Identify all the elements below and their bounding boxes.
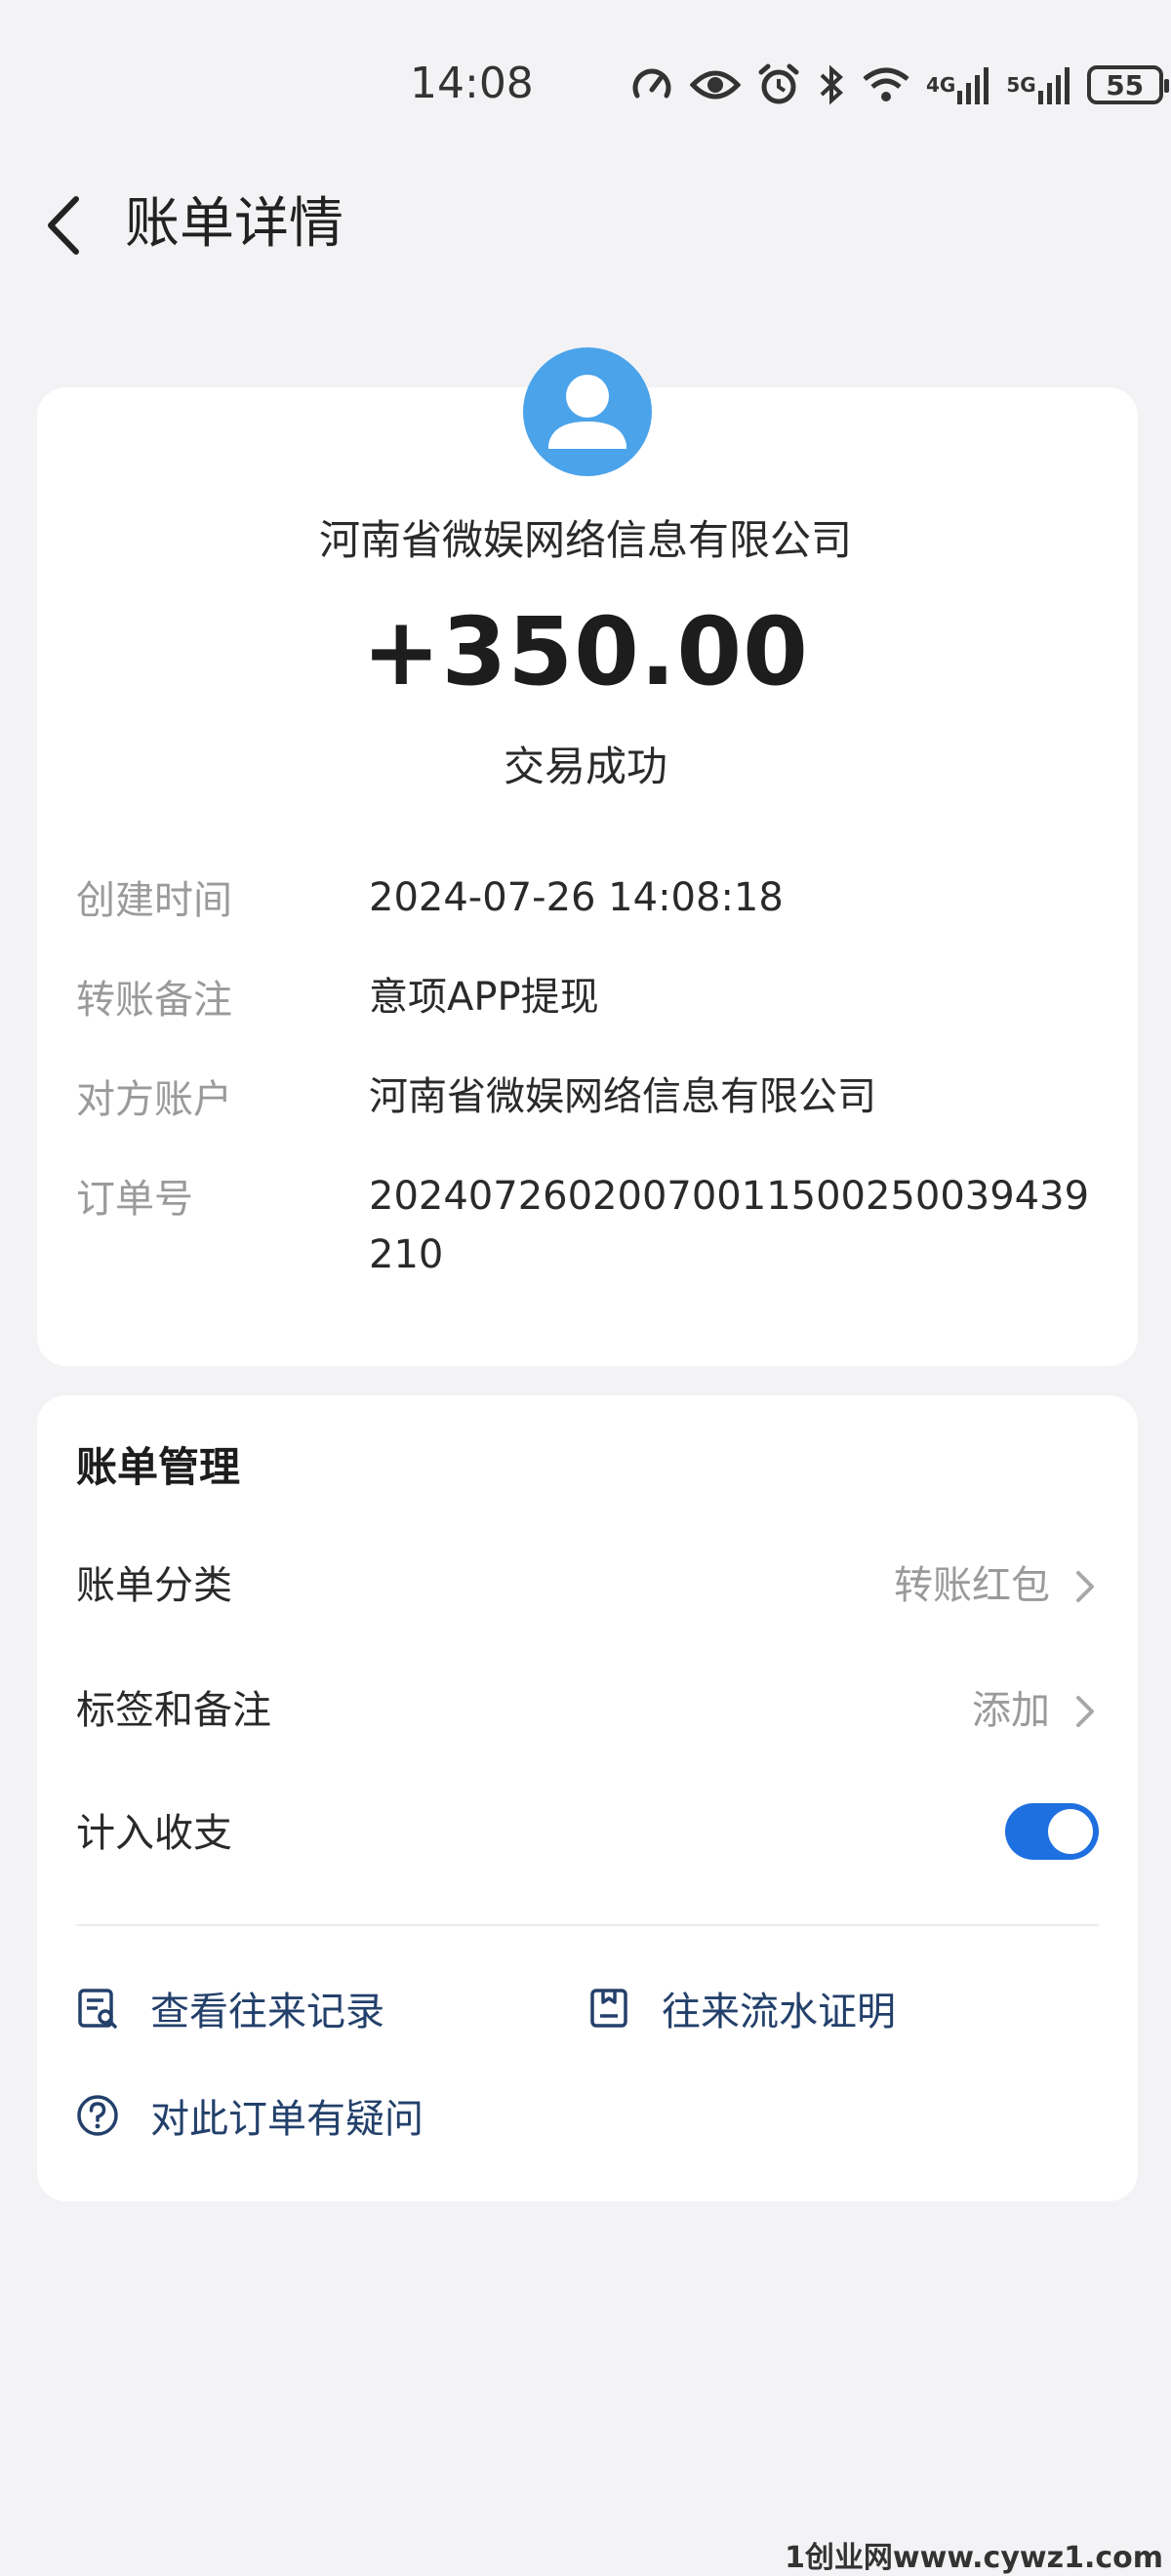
status-icons: 4G 5G 55: [629, 62, 1169, 107]
bill-category-label: 账单分类: [76, 1563, 232, 1608]
tags-and-notes-row[interactable]: 标签和备注 添加: [76, 1676, 1099, 1745]
avatar: [523, 347, 652, 476]
net-label-5g: 5G: [1006, 73, 1036, 97]
tags-label: 标签和备注: [76, 1688, 271, 1733]
include-in-income-row: 计入收支: [76, 1799, 1099, 1868]
page-title: 账单详情: [125, 192, 343, 256]
bill-detail-page: 14:08 4G 5G 55 账单详情 河南省微娱网络信息有限公司 +350.0…: [0, 0, 1171, 2576]
section-title: 账单管理: [76, 1443, 241, 1491]
payee-name: 河南省微娱网络信息有限公司: [318, 516, 852, 564]
bill-category-value: 转账红包: [894, 1563, 1050, 1608]
statement-proof-link[interactable]: 往来流水证明: [587, 1979, 896, 2037]
status-bar: 14:08 4G 5G 55: [0, 59, 1171, 117]
alarm-icon: [756, 62, 801, 107]
signal-4g-icon: 4G: [926, 65, 990, 104]
eye-icon: [690, 65, 741, 104]
divider: [76, 1924, 1099, 1926]
bluetooth-icon: [817, 63, 846, 106]
bill-management-card: [37, 1395, 1138, 2201]
detail-value: 意项APP提现: [369, 975, 599, 1020]
order-question-label: 对此订单有疑问: [150, 2097, 424, 2142]
speedometer-icon: [629, 62, 674, 107]
detail-label: 创建时间: [76, 878, 232, 923]
chevron-right-icon: [1076, 1571, 1094, 1602]
statement-proof-label: 往来流水证明: [662, 1990, 896, 2034]
net-label-4g: 4G: [926, 73, 956, 97]
wifi-icon: [862, 65, 910, 104]
view-records-label: 查看往来记录: [150, 1990, 384, 2034]
chevron-right-icon: [1076, 1696, 1094, 1727]
detail-label: 订单号: [76, 1177, 193, 1222]
user-icon: [548, 375, 626, 449]
amount: +350.00: [362, 597, 809, 706]
record-search-icon: [78, 1989, 117, 2029]
toggle-knob: [1048, 1809, 1093, 1854]
detail-label: 对方账户: [76, 1077, 232, 1122]
include-label: 计入收支: [76, 1811, 232, 1856]
detail-value: 20240726020070011500250039439210: [369, 1174, 1090, 1277]
chevron-left-icon: [48, 196, 79, 255]
status-time: 14:08: [410, 59, 534, 108]
bill-category-row[interactable]: 账单分类 转账红包: [76, 1551, 1099, 1620]
question-circle-icon: [77, 2095, 118, 2136]
order-question-link[interactable]: 对此订单有疑问: [76, 2086, 424, 2145]
detail-label: 转账备注: [76, 978, 232, 1023]
transaction-status: 交易成功: [503, 743, 667, 790]
battery-icon: 55: [1086, 65, 1169, 104]
tags-value: 添加: [972, 1688, 1050, 1733]
signal-5g-icon: 5G: [1006, 65, 1070, 104]
view-records-link[interactable]: 查看往来记录: [76, 1979, 384, 2037]
include-toggle[interactable]: [1005, 1803, 1099, 1860]
detail-value: 河南省微娱网络信息有限公司: [369, 1074, 876, 1119]
watermark: 1创业网www.cywz1.com: [785, 2541, 1163, 2575]
detail-value: 2024-07-26 14:08:18: [369, 875, 784, 920]
header: 账单详情: [0, 185, 1171, 263]
document-icon: [590, 1989, 627, 2028]
back-button[interactable]: [39, 191, 88, 260]
